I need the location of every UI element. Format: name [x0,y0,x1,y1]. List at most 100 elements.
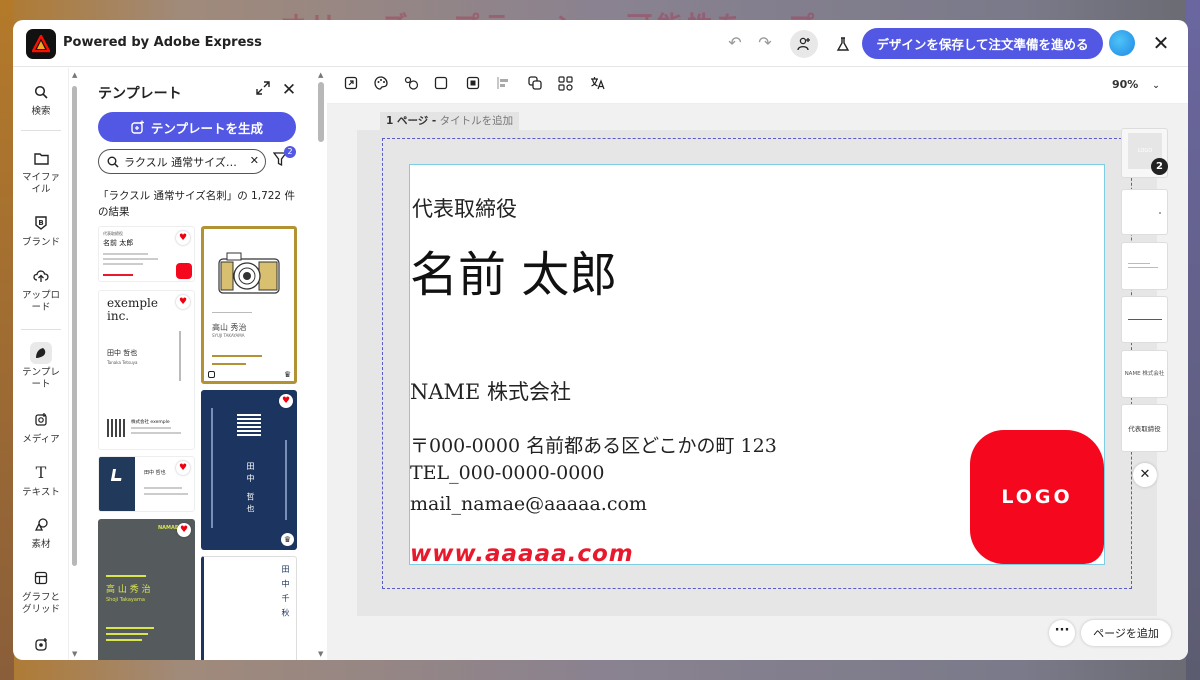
template-thumb[interactable]: NAMAE 高 山 秀 治 Shoji Takayama ♥ [98,519,195,660]
thumb-name: 田中 哲也 [107,349,138,357]
filter-count-badge: 2 [284,146,296,158]
thumb-line [144,493,188,495]
grid-icon [30,567,52,589]
favorite-icon[interactable]: ♥ [176,231,190,245]
svg-text:B: B [38,219,43,227]
page-thumb[interactable] [1121,296,1168,343]
panel-scrollbar[interactable]: ▲ ▼ [315,68,327,660]
text-icon: T [35,463,47,482]
sparkle-icon [131,120,144,134]
expand-icon[interactable] [253,81,273,101]
panel-scroll-thumb[interactable] [318,82,324,142]
generate-template-button[interactable]: テンプレートを生成 [98,112,296,142]
card-mail[interactable]: mail_namae@aaaaa.com [410,493,647,515]
editor-modal: Powered by Adobe Express ↶ ↷ デザインを保存して注文… [13,20,1188,660]
page-thumb[interactable] [1121,189,1168,235]
premium-icon: ♛ [281,533,294,546]
rail-scrollbar[interactable]: ▲ ▼ [70,68,79,660]
rail-media[interactable]: メディア [13,409,69,446]
favorite-icon[interactable]: ♥ [177,523,191,537]
more-options-button[interactable]: ··· [1049,620,1075,646]
group-icon[interactable] [555,76,575,96]
thumb-line [212,312,252,313]
scroll-up-arrow[interactable]: ▲ [318,71,323,79]
page-thumb[interactable]: 代表取締役 [1121,404,1168,452]
results-count: 「ラクスル 通常サイズ名刺」の 1,722 件の結果 [98,190,295,218]
rail-search[interactable]: 検索 [13,81,69,118]
clear-search-icon[interactable]: ✕ [250,154,259,167]
canvas-toolbar [327,68,1188,104]
close-icon[interactable]: ✕ [279,80,299,100]
card-title[interactable]: 代表取締役 [412,193,517,223]
search-input[interactable]: ラクスル 通常サイズ… ✕ [98,149,266,174]
translate-icon[interactable] [587,76,607,96]
thumb-company-jp: 株式会社 exemple [131,420,170,425]
rail-upload[interactable]: アップロード [13,265,69,314]
template-thumb[interactable]: exemple inc. 田中 哲也 Tanaka Tetsuya 株式会社 e… [98,290,195,450]
thumb-name: 名前 太郎 [103,239,134,247]
favorite-icon[interactable]: ♥ [279,394,293,408]
page-thumb-text: 代表取締役 [1128,425,1161,433]
template-thumb[interactable]: 高山 秀治 SYUJI TAKAYAMA ♛ [201,226,297,384]
rail-scroll-thumb[interactable] [72,86,77,566]
person-add-icon [797,37,810,51]
thumb-web [103,274,133,276]
adobe-express-logo [26,29,56,59]
page-thumb[interactable]: NAME 株式会社 [1121,350,1168,398]
rail-brand[interactable]: B ブランド [13,212,69,249]
scroll-down-arrow[interactable]: ▼ [72,650,77,658]
card-address[interactable]: 〒000-0000 名前都ある区どこかの町 123 [410,431,777,458]
template-thumb[interactable]: 田中 哲也 ♥ ♛ [201,390,297,550]
card-website[interactable]: www.aaaaa.com [410,541,634,567]
page-label[interactable]: 1 ページ - タイトルを追加 [380,112,520,130]
add-collaborator-button[interactable] [790,30,818,58]
card-logo[interactable]: LOGO [970,430,1104,564]
scroll-up-arrow[interactable]: ▲ [72,71,77,79]
upload-icon [30,265,52,287]
thumb-name: 高山 秀治 [212,323,247,332]
rail-my-files[interactable]: マイファイル [13,147,69,196]
media-icon [30,409,52,431]
favorite-icon[interactable]: ♥ [176,461,190,475]
rail-grid[interactable]: グラフとグリッド [13,567,69,616]
redo-icon[interactable]: ↷ [755,33,775,53]
card-name[interactable]: 名前 太郎 [410,235,617,305]
thumb-line [106,627,154,629]
business-card[interactable]: 代表取締役 名前 太郎 NAME 株式会社 〒000-0000 名前都ある区どこ… [409,164,1105,567]
resize-icon[interactable] [341,76,361,96]
shapes-icon[interactable] [401,76,421,96]
rail-text[interactable]: T テキスト [13,462,69,499]
template-thumb[interactable]: 田 中 千 秋 [201,556,297,660]
close-icon[interactable]: ✕ [1133,463,1157,487]
thumb-qr [237,412,261,436]
thumb-romaji: Tanaka Tetsuya [107,360,138,365]
template-thumb[interactable]: 代表取締役 名前 太郎 ♥ [98,226,195,282]
close-icon[interactable]: ✕ [1148,30,1174,56]
scroll-down-arrow[interactable]: ▼ [318,650,323,658]
rail-more[interactable] [13,634,69,659]
zoom-selector[interactable]: 90% ⌄ [1112,78,1160,91]
save-and-order-button[interactable]: デザインを保存して注文準備を進める [862,28,1103,59]
rectangle-icon[interactable] [431,76,451,96]
avatar[interactable] [1109,30,1135,56]
frame-icon[interactable] [463,76,483,96]
thumb-line [131,432,181,434]
palette-icon[interactable] [371,76,391,96]
rail-elements[interactable]: 素材 [13,514,69,551]
align-icon[interactable] [493,76,513,96]
template-thumb[interactable]: 田中 哲也 ♥ [98,456,195,512]
add-page-button[interactable]: ページを追加 [1081,620,1171,646]
rail-templates[interactable]: テンプレート [13,342,69,391]
favorite-icon[interactable]: ♥ [176,295,190,309]
labs-button[interactable] [831,32,855,56]
page-thumb-mark [1128,319,1162,320]
page-thumb[interactable] [1121,242,1168,290]
card-company[interactable]: NAME 株式会社 [410,376,571,406]
layers-icon[interactable] [525,76,545,96]
page-thumb-mark [1159,212,1161,214]
brand-label: Powered by Adobe Express [63,35,262,50]
undo-icon[interactable]: ↶ [725,33,745,53]
search-value: ラクスル 通常サイズ… [124,155,237,169]
page-thumb-mark [1128,267,1158,268]
card-tel[interactable]: TEL_000-0000-0000 [410,462,604,484]
